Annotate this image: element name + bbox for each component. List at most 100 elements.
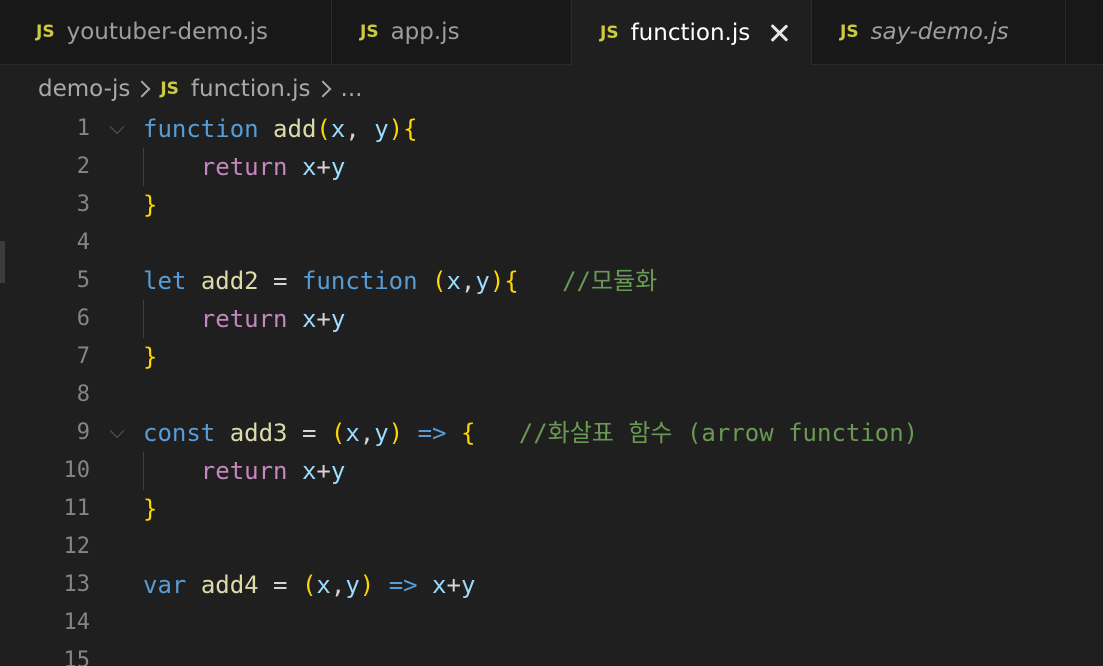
editor-window: JS youtuber-demo.js JS app.js JS functio… (0, 0, 1103, 666)
breadcrumb: demo-js JS function.js ... (38, 70, 362, 108)
code-token: x (301, 305, 317, 333)
code-line[interactable]: 15 (0, 642, 1103, 666)
line-number: 5 (76, 268, 90, 293)
code-text: } (143, 490, 157, 528)
tab-label: youtuber-demo.js (66, 19, 268, 45)
code-line[interactable]: 8 (0, 376, 1103, 414)
line-number: 10 (63, 458, 91, 483)
code-line[interactable]: 4 (0, 224, 1103, 262)
code-token: + (446, 571, 461, 599)
line-number: 13 (63, 572, 91, 597)
code-token: y (374, 115, 389, 143)
code-token: + (316, 457, 331, 485)
code-text: return x+y (143, 452, 346, 490)
code-token: + (316, 305, 331, 333)
code-text: var add4 = (x,y) => x+y (143, 566, 475, 604)
js-file-icon: JS (160, 79, 179, 99)
fold-chevron-icon[interactable] (109, 119, 125, 135)
code-line[interactable]: 2 return x+y (0, 148, 1103, 186)
code-token: => (417, 419, 447, 447)
chevron-right-icon (133, 80, 151, 98)
code-token: y (460, 571, 476, 599)
code-token: const (143, 419, 216, 447)
code-token: y (345, 571, 360, 599)
code-token: //화살표 함수 (arrow function) (518, 419, 919, 447)
code-token: ) (489, 267, 505, 295)
code-text: } (143, 186, 157, 224)
code-token: x (301, 457, 317, 485)
tab-say-demo[interactable]: JS say-demo.js (812, 0, 1066, 64)
code-text: let add2 = function (x,y){ //모듈화 (143, 262, 657, 300)
code-token: = (258, 571, 302, 599)
code-token: { (504, 267, 519, 295)
code-line[interactable]: 7} (0, 338, 1103, 376)
line-number: 12 (63, 534, 91, 559)
tab-label: app.js (390, 19, 460, 45)
code-token: y (330, 305, 346, 333)
code-token: , (460, 267, 476, 295)
line-number: 4 (76, 230, 90, 255)
code-token: } (143, 495, 158, 523)
code-editor[interactable]: 1 function add(x, y){2 return x+y 3} 4 5 let … (0, 110, 1103, 666)
code-line[interactable]: 13 var add4 = (x,y) => x+y (0, 566, 1103, 604)
tab-function[interactable]: JS function.js (572, 0, 812, 65)
tab-app[interactable]: JS app.js (332, 0, 572, 64)
code-token: ) (359, 571, 375, 599)
line-number: 15 (63, 648, 91, 666)
code-line[interactable]: 14 (0, 604, 1103, 642)
breadcrumb-symbols[interactable]: ... (341, 76, 363, 102)
code-token: add2 (200, 267, 259, 295)
code-line[interactable]: 9 const add3 = (x,y) => { //화살표 함수 (arrow… (0, 414, 1103, 452)
code-token: , (330, 571, 346, 599)
code-token: x (301, 153, 317, 181)
js-file-icon: JS (360, 22, 379, 42)
code-token: add3 (229, 419, 288, 447)
code-line[interactable]: 5 let add2 = function (x,y){ //모듈화 (0, 262, 1103, 300)
code-token: return (200, 457, 288, 485)
breadcrumb-file[interactable]: function.js (191, 76, 311, 102)
code-text: const add3 = (x,y) => { //화살표 함수 (arrow … (143, 414, 918, 452)
code-line[interactable]: 6 return x+y (0, 300, 1103, 338)
chevron-right-icon (314, 80, 332, 98)
line-number: 8 (76, 382, 90, 407)
code-token: return (200, 153, 288, 181)
code-token: } (143, 343, 158, 371)
code-token: ( (432, 267, 447, 295)
tab-youtuber-demo[interactable]: JS youtuber-demo.js (4, 0, 332, 64)
line-number: 2 (76, 154, 90, 179)
code-token: y (330, 457, 346, 485)
fold-chevron-icon[interactable] (109, 423, 125, 439)
js-file-icon: JS (840, 22, 859, 42)
breadcrumb-folder[interactable]: demo-js (38, 76, 130, 102)
code-line[interactable]: 3} (0, 186, 1103, 224)
code-token: var (143, 571, 187, 599)
code-token: = (258, 267, 302, 295)
code-line[interactable]: 10 return x+y (0, 452, 1103, 490)
js-file-icon: JS (600, 22, 619, 43)
code-line[interactable]: 12 (0, 528, 1103, 566)
code-text: function add(x, y){ (143, 110, 418, 148)
code-line[interactable]: 1 function add(x, y){ (0, 110, 1103, 148)
close-icon[interactable] (768, 22, 790, 44)
code-line[interactable]: 11} (0, 490, 1103, 528)
code-token: , (345, 115, 375, 143)
code-token: y (330, 153, 346, 181)
code-token: //모듈화 (562, 267, 658, 295)
code-token: ( (301, 571, 317, 599)
code-token: x (316, 571, 331, 599)
code-token: y (475, 267, 490, 295)
code-token: x (432, 571, 447, 599)
line-number: 14 (63, 610, 91, 635)
code-token: { (403, 115, 418, 143)
code-token: add (273, 115, 317, 143)
